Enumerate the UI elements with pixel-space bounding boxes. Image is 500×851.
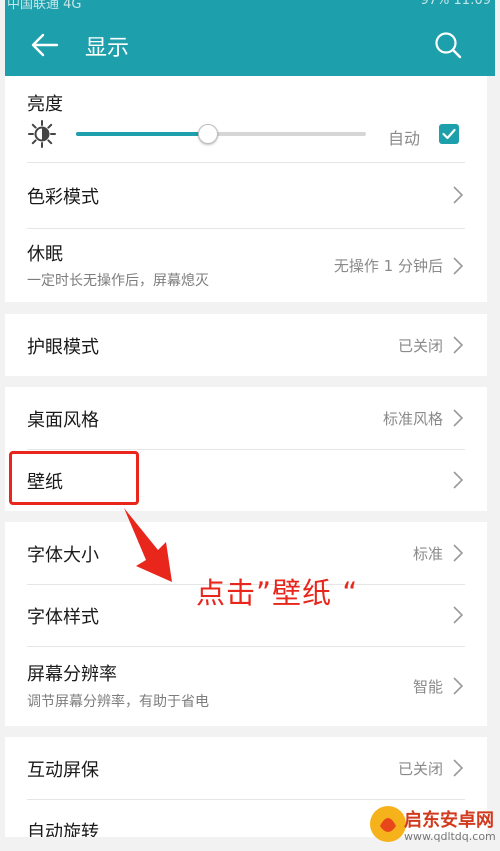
chevron-right-icon (453, 409, 463, 427)
chevron-right-icon (453, 677, 463, 695)
chevron-right-icon (453, 186, 463, 204)
brightness-slider-thumb[interactable] (197, 124, 218, 144)
back-arrow-icon[interactable] (27, 28, 61, 62)
brightness-slider[interactable] (76, 124, 366, 144)
resolution-label: 屏幕分辨率 (27, 664, 117, 685)
font-size-label: 字体大小 (27, 545, 99, 566)
search-icon[interactable] (431, 28, 465, 62)
display-card-4: 字体大小 标准 字体样式 屏幕分辨率 调节屏幕分辨率，有助于省电 智能 (5, 522, 487, 726)
brightness-label: 亮度 (27, 94, 63, 115)
brightness-icon (28, 120, 56, 148)
sleep-row[interactable]: 休眠 一定时长无操作后，屏幕熄灭 无操作 1 分钟后 (27, 228, 465, 302)
status-bar: 中国联通 4G 97% 11:09 (5, 0, 495, 14)
screensaver-label: 互动屏保 (27, 760, 99, 781)
desktop-style-row[interactable]: 桌面风格 标准风格 (27, 387, 465, 450)
display-card-2: 护眼模式 已关闭 (5, 314, 487, 376)
status-left: 中国联通 4G (7, 0, 82, 12)
screensaver-row[interactable]: 互动屏保 已关闭 (27, 737, 465, 800)
desktop-style-value: 标准风格 (382, 410, 443, 428)
resolution-row[interactable]: 屏幕分辨率 调节屏幕分辨率，有助于省电 智能 (27, 646, 465, 726)
chevron-right-icon (453, 257, 463, 275)
resolution-value: 智能 (412, 678, 443, 696)
color-mode-row[interactable]: 色彩模式 (27, 162, 465, 229)
app-header: 中国联通 4G 97% 11:09 显示 (5, 0, 495, 76)
watermark-url: www.qdltdq.com (404, 830, 496, 843)
resolution-sub: 调节屏幕分辨率，有助于省电 (27, 694, 209, 710)
sleep-label: 休眠 (27, 244, 63, 265)
chevron-right-icon (453, 471, 463, 489)
annotation-highlight-box (9, 451, 139, 505)
auto-brightness-checkbox[interactable] (439, 124, 459, 144)
chevron-right-icon (453, 336, 463, 354)
sleep-value: 无操作 1 分钟后 (333, 257, 443, 275)
chevron-right-icon (453, 606, 463, 624)
eye-comfort-label: 护眼模式 (27, 337, 99, 358)
annotation-arrow-icon (120, 508, 180, 588)
screensaver-value: 已关闭 (397, 760, 443, 778)
brightness-row: 亮度 (27, 76, 465, 163)
font-size-value: 标准 (412, 545, 443, 563)
eye-comfort-value: 已关闭 (397, 337, 443, 355)
status-right: 97% 11:09 (420, 0, 492, 8)
font-style-label: 字体样式 (27, 607, 99, 628)
auto-rotate-label: 自动旋转 (27, 822, 99, 837)
chevron-right-icon (453, 759, 463, 777)
watermark-text: 启东安卓网 (404, 810, 494, 831)
color-mode-label: 色彩模式 (27, 187, 99, 208)
annotation-text: 点击”壁纸 “ (196, 576, 359, 610)
desktop-style-label: 桌面风格 (27, 410, 99, 431)
chevron-right-icon (453, 544, 463, 562)
auto-brightness-label: 自动 (388, 129, 421, 148)
brightness-slider-fill (76, 132, 207, 136)
sleep-sub: 一定时长无操作后，屏幕熄灭 (27, 273, 209, 289)
eye-comfort-row[interactable]: 护眼模式 已关闭 (27, 314, 465, 376)
display-card-1: 亮度 色彩模式 休眠 一定时长无操作后，屏幕熄灭 无操作 1 分钟后 (5, 76, 487, 302)
page-title: 显示 (85, 36, 130, 61)
